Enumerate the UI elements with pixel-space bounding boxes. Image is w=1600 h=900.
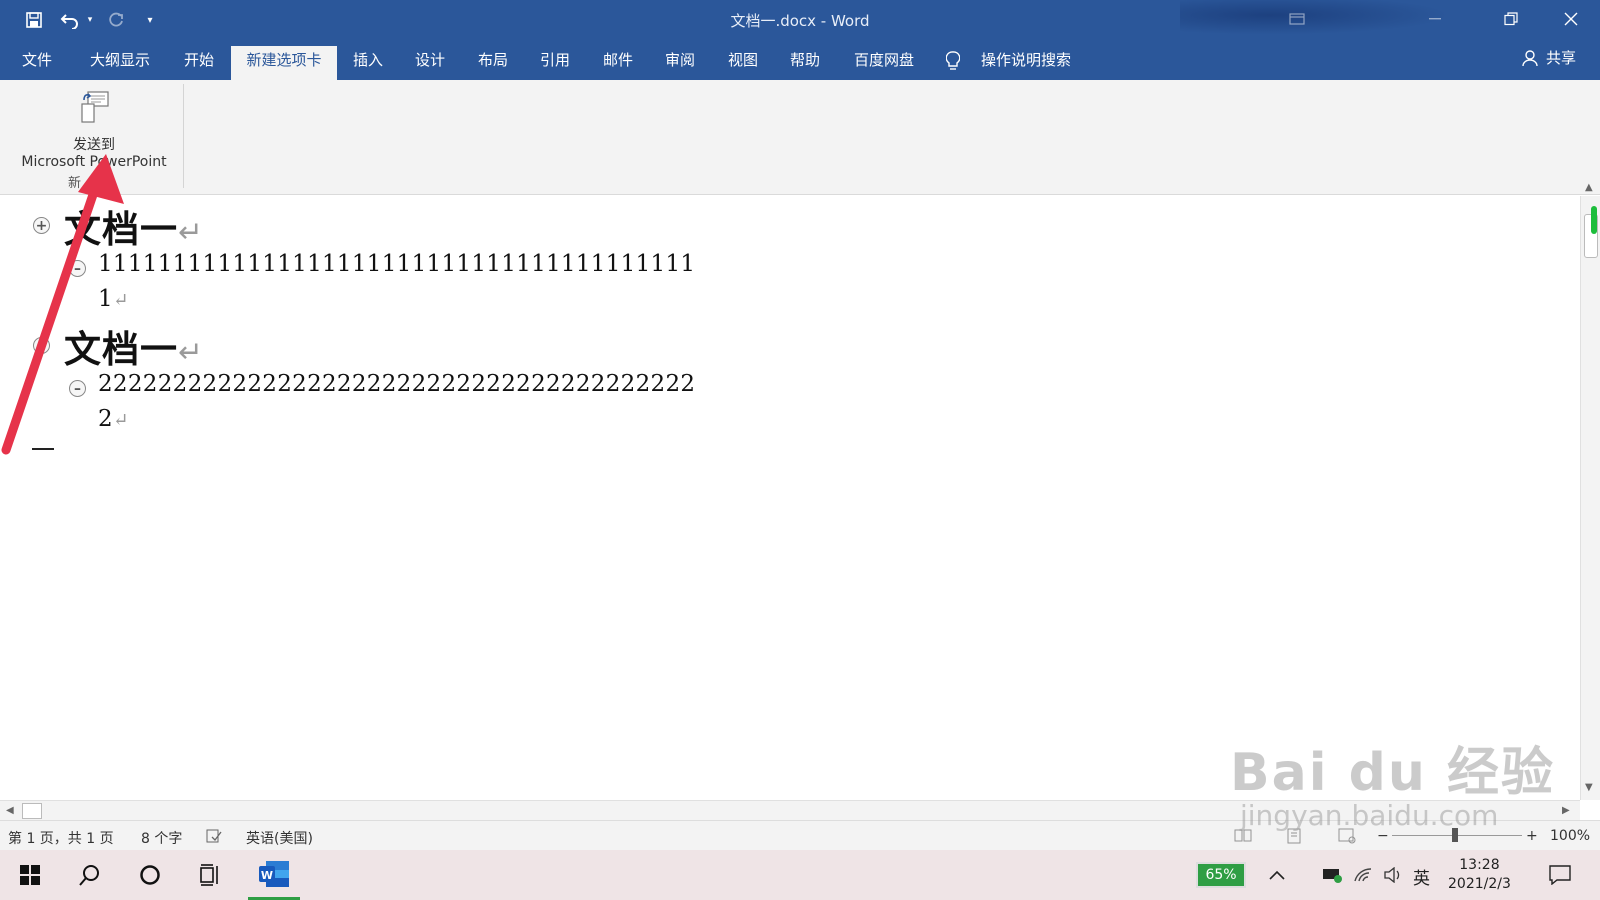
volume-icon[interactable] [1380, 850, 1406, 900]
paragraph-mark: ↵ [178, 215, 204, 249]
cortana-icon[interactable] [130, 850, 170, 900]
share-button[interactable]: 共享 [1522, 47, 1576, 68]
ribbon-group-separator [183, 84, 184, 188]
taskbar: W 65% 英 13:28 2021/2/3 [0, 850, 1600, 900]
clock-time: 13:28 [1459, 857, 1500, 873]
scroll-indicator [1591, 206, 1597, 234]
input-method-indicator[interactable]: 英 [1413, 864, 1430, 889]
word-count[interactable]: 8 个字 [141, 828, 182, 848]
lightbulb-icon[interactable] [944, 46, 962, 80]
chevron-up-icon[interactable] [1262, 850, 1292, 900]
scroll-right-icon[interactable]: ▶ [1562, 805, 1570, 816]
svg-text:W: W [261, 869, 273, 882]
watermark-logo: Bai du 经验 [1230, 743, 1555, 803]
tab-help[interactable]: 帮助 [782, 46, 828, 80]
restore-icon[interactable] [1488, 0, 1534, 38]
watermark: Bai du 经验 jingyan.baidu.com [1230, 730, 1555, 832]
send-to-powerpoint-icon [81, 91, 109, 123]
tab-references[interactable]: 引用 [532, 46, 578, 80]
window-title: 文档一.docx - Word [730, 12, 870, 30]
tab-design[interactable]: 设计 [407, 46, 453, 80]
windows-start-icon[interactable] [10, 850, 50, 900]
wifi-icon[interactable] [1350, 850, 1376, 900]
tell-me-search[interactable]: 操作说明搜索 [978, 46, 1074, 80]
zoom-level[interactable]: 100% [1550, 828, 1590, 844]
vertical-scrollbar[interactable]: ▲ ▼ [1580, 182, 1600, 800]
scroll-up-icon[interactable]: ▲ [1585, 182, 1593, 193]
horizontal-scroll-thumb[interactable] [22, 803, 42, 819]
task-view-icon[interactable] [190, 850, 230, 900]
tab-layout[interactable]: 布局 [470, 46, 516, 80]
tab-home[interactable]: 开始 [176, 46, 222, 80]
tab-view[interactable]: 视图 [720, 46, 766, 80]
title-bar: ▾ ▾ 文档一.docx - Word [0, 0, 1600, 38]
tab-mailings[interactable]: 邮件 [595, 46, 641, 80]
tab-outline[interactable]: 大纲显示 [82, 46, 158, 80]
page-count[interactable]: 第 1 页，共 1 页 [8, 828, 114, 848]
scroll-left-icon[interactable]: ◀ [6, 805, 14, 816]
scroll-down-icon[interactable]: ▼ [1585, 782, 1593, 793]
ribbon-panel: 发送到 Microsoft PowerPoint 新 [0, 80, 1600, 195]
notification-center-icon[interactable] [1540, 850, 1580, 900]
document-area[interactable]: + 文档一↵ – 1111111111111111111111111111111… [0, 196, 1580, 800]
tab-new[interactable]: 新建选项卡 [231, 46, 337, 80]
close-icon[interactable] [1548, 0, 1594, 38]
person-icon [1522, 49, 1538, 66]
tab-insert[interactable]: 插入 [345, 46, 391, 80]
outline-body-text[interactable]: 2222222222222222222222222222222222222222 [98, 371, 695, 397]
tab-file[interactable]: 文件 [14, 46, 60, 80]
proofing-icon[interactable] [206, 828, 222, 848]
network-adapter-icon[interactable] [1320, 850, 1346, 900]
clock-date: 2021/2/3 [1448, 876, 1511, 892]
ribbon-tabs: 文件 大纲显示 开始 新建选项卡 插入 设计 布局 引用 邮件 审阅 视图 帮助… [0, 38, 1600, 80]
share-label: 共享 [1545, 49, 1576, 67]
outline-body-text[interactable]: 1111111111111111111111111111111111111111 [98, 251, 695, 277]
battery-indicator[interactable]: 65% [1196, 862, 1246, 888]
minimize-icon[interactable] [1412, 0, 1458, 38]
clock[interactable]: 13:28 2021/2/3 [1448, 856, 1511, 894]
word-taskbar-icon[interactable]: W [248, 850, 300, 900]
ribbon-display-options-icon[interactable] [1274, 0, 1320, 38]
paragraph-mark: ↵ [178, 335, 204, 369]
tab-review[interactable]: 审阅 [657, 46, 703, 80]
search-icon[interactable] [70, 850, 110, 900]
tab-baidu-netdisk[interactable]: 百度网盘 [846, 46, 922, 80]
annotation-arrow [1, 154, 124, 455]
language-indicator[interactable]: 英语(美国) [246, 828, 313, 848]
